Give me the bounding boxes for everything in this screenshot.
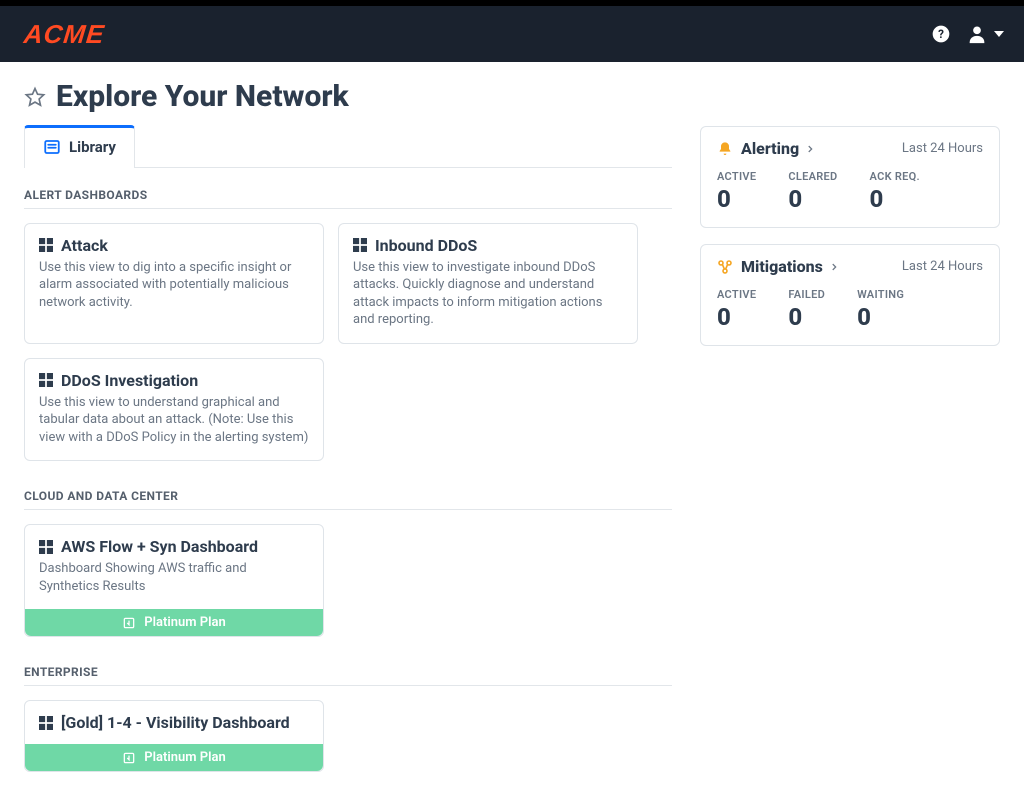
- stat-label: ACTIVE: [717, 288, 756, 301]
- dashboard-card-ddos-investigation[interactable]: DDoS Investigation Use this view to unde…: [24, 358, 324, 462]
- plan-badge: Platinum Plan: [25, 744, 323, 771]
- alerting-title: Alerting: [741, 139, 799, 158]
- dashboard-icon: [353, 238, 367, 252]
- stat-failed: FAILED 0: [788, 288, 825, 331]
- stat-cleared: CLEARED 0: [788, 170, 837, 213]
- svg-text:?: ?: [938, 27, 944, 41]
- page-title: Explore Your Network: [56, 80, 349, 115]
- dashboard-card-aws-flow-syn[interactable]: AWS Flow + Syn Dashboard Dashboard Showi…: [24, 524, 324, 637]
- dashboard-card-attack[interactable]: Attack Use this view to dig into a speci…: [24, 223, 324, 344]
- tab-label: Library: [69, 138, 116, 156]
- stat-value: 0: [788, 303, 825, 331]
- dashboard-card-inbound-ddos[interactable]: Inbound DDoS Use this view to investigat…: [338, 223, 638, 344]
- stat-value: 0: [857, 303, 904, 331]
- dashboard-icon: [39, 540, 53, 554]
- mitigations-title: Mitigations: [741, 257, 823, 276]
- mitigations-icon: [717, 259, 733, 275]
- stat-value: 0: [717, 303, 756, 331]
- card-title: [Gold] 1-4 - Visibility Dashboard: [61, 713, 290, 732]
- mitigations-panel[interactable]: Mitigations Last 24 Hours ACTIVE 0 FAILE…: [700, 244, 1000, 346]
- stat-active: ACTIVE 0: [717, 288, 756, 331]
- stat-value: 0: [788, 185, 837, 213]
- dashboard-icon: [39, 238, 53, 252]
- user-icon: [966, 23, 988, 45]
- bell-icon: [717, 141, 733, 157]
- chevron-right-icon: [805, 144, 815, 154]
- stat-label: CLEARED: [788, 170, 837, 183]
- plan-icon: [122, 751, 136, 765]
- user-menu[interactable]: [966, 23, 1004, 45]
- tab-bar: Library: [24, 125, 672, 168]
- stat-label: ACTIVE: [717, 170, 756, 183]
- stat-label: ACK REQ.: [870, 170, 920, 183]
- plan-badge-label: Platinum Plan: [144, 615, 225, 630]
- section-header: CLOUD AND DATA CENTER: [24, 489, 672, 510]
- card-description: Use this view to investigate inbound DDo…: [353, 259, 623, 329]
- favorite-star-icon[interactable]: [24, 86, 46, 108]
- stat-waiting: WAITING 0: [857, 288, 904, 331]
- help-icon[interactable]: ?: [930, 23, 952, 45]
- card-description: Use this view to understand graphical an…: [39, 394, 309, 447]
- card-title: DDoS Investigation: [61, 371, 198, 390]
- dashboard-icon: [39, 373, 53, 387]
- card-description: Use this view to dig into a specific ins…: [39, 259, 309, 312]
- tab-library[interactable]: Library: [24, 125, 135, 168]
- library-icon: [43, 138, 61, 156]
- card-description: Dashboard Showing AWS traffic and Synthe…: [39, 560, 309, 595]
- plan-badge: Platinum Plan: [25, 609, 323, 636]
- alerting-panel[interactable]: Alerting Last 24 Hours ACTIVE 0 CLEARED …: [700, 126, 1000, 228]
- plan-icon: [122, 616, 136, 630]
- card-title: Inbound DDoS: [375, 236, 477, 255]
- chevron-down-icon: [994, 31, 1004, 37]
- stat-label: WAITING: [857, 288, 904, 301]
- card-title: Attack: [61, 236, 108, 255]
- stat-value: 0: [717, 185, 756, 213]
- brand-logo[interactable]: ACME: [22, 19, 106, 50]
- top-navbar: ACME ?: [0, 6, 1024, 62]
- stat-ackreq: ACK REQ. 0: [870, 170, 920, 213]
- section-header: ENTERPRISE: [24, 665, 672, 686]
- stat-value: 0: [870, 185, 920, 213]
- dashboard-icon: [39, 716, 53, 730]
- alerting-subtitle: Last 24 Hours: [902, 141, 983, 156]
- chevron-right-icon: [829, 262, 839, 272]
- section-header: ALERT DASHBOARDS: [24, 188, 672, 209]
- dashboard-card-gold-visibility[interactable]: [Gold] 1-4 - Visibility Dashboard Platin…: [24, 700, 324, 772]
- stat-label: FAILED: [788, 288, 825, 301]
- mitigations-subtitle: Last 24 Hours: [902, 259, 983, 274]
- stat-active: ACTIVE 0: [717, 170, 756, 213]
- card-title: AWS Flow + Syn Dashboard: [61, 537, 258, 556]
- plan-badge-label: Platinum Plan: [144, 750, 225, 765]
